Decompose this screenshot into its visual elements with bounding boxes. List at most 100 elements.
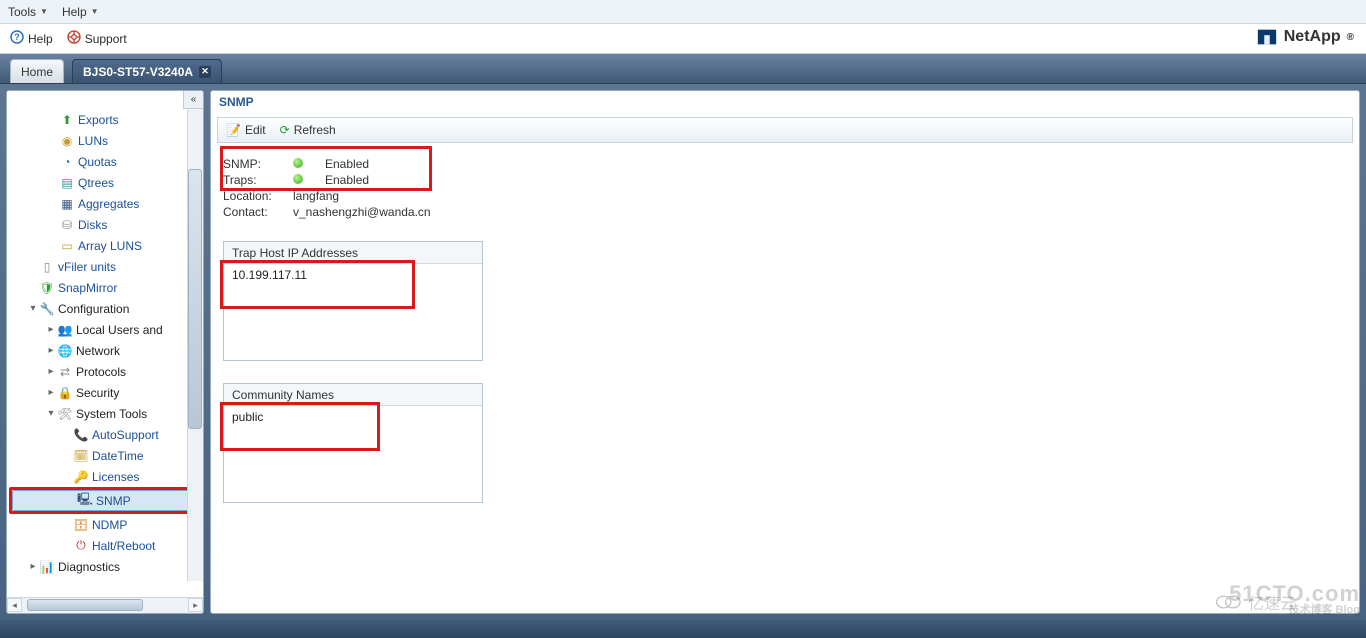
tree-security[interactable]: ▸🔒Security [9,382,201,403]
contact-label: Contact: [223,205,293,219]
calendar-icon: 🗓 [73,448,89,464]
diagnostics-icon: 📊 [39,559,55,575]
main-panel: SNMP 📝Edit ⟳Refresh SNMP: Enabled Traps:… [210,90,1360,614]
snmp-info: SNMP: Enabled Traps: Enabled Location: l… [223,157,483,219]
lock-icon: 🔒 [57,385,73,401]
expand-icon[interactable]: ▸ [45,387,57,398]
vfiler-icon: ▯ [39,259,55,275]
location-value: langfang [293,189,483,203]
phone-icon: 📞 [73,427,89,443]
tab-system[interactable]: BJS0-ST57-V3240A✕ [72,59,222,83]
tree-luns[interactable]: ◉LUNs [9,130,201,151]
snmp-value: Enabled [325,157,483,171]
array-lun-icon: ▭ [59,238,75,254]
aggregate-icon: ▦ [59,196,75,212]
tree-ndmp[interactable]: 🗄NDMP [9,514,201,535]
community-title: Community Names [224,384,482,406]
status-ok-icon [293,173,325,187]
tree-snmp[interactable]: 🖳SNMP [12,490,198,511]
tree-diagnostics[interactable]: ▸📊Diagnostics [9,556,201,577]
refresh-button[interactable]: ⟳Refresh [280,123,336,137]
tree-quotas[interactable]: ◔Quotas [9,151,201,172]
help-icon: ? [10,30,24,47]
expand-icon[interactable]: ▸ [27,561,39,572]
menu-tools[interactable]: Tools▼ [8,5,48,19]
expand-icon[interactable]: ▸ [45,366,57,377]
tree-haltreboot[interactable]: ⏻Halt/Reboot [9,535,201,556]
edit-button[interactable]: 📝Edit [226,123,266,137]
caret-down-icon: ▼ [91,7,99,16]
traps-label: Traps: [223,173,293,187]
lun-icon: ◉ [59,133,75,149]
help-link[interactable]: ? Help [10,30,53,47]
menu-help[interactable]: Help▼ [62,5,99,19]
sidebar-vscrollbar[interactable] [187,109,203,581]
svg-text:?: ? [14,32,20,42]
toolbar: 📝Edit ⟳Refresh [217,117,1353,143]
brand-logo: NetApp® [1256,26,1354,48]
tree-arrayluns[interactable]: ▭Array LUNS [9,235,201,256]
tree-configuration[interactable]: ▾🔧Configuration [9,298,201,319]
snmp-icon: 🖳 [77,493,93,509]
tree-aggregates[interactable]: ▦Aggregates [9,193,201,214]
tools-icon: 🛠 [57,406,73,422]
tree-vfiler[interactable]: ▯vFiler units [9,256,201,277]
refresh-icon: ⟳ [280,123,290,137]
export-icon: ⬆ [59,112,75,128]
scroll-left-icon[interactable]: ◂ [7,598,22,612]
tree-snapmirror[interactable]: 🛡SnapMirror [9,277,201,298]
tab-home[interactable]: Home [10,59,64,83]
tree-qtrees[interactable]: ▤Qtrees [9,172,201,193]
expand-icon[interactable]: ▸ [45,324,57,335]
snmp-label: SNMP: [223,157,293,171]
sidebar-hscroll-thumb[interactable] [27,599,143,611]
edit-icon: 📝 [226,123,241,137]
tree-network[interactable]: ▸🌐Network [9,340,201,361]
helpbar: ? Help Support NetApp® [0,24,1366,54]
expand-icon[interactable]: ▸ [45,345,57,356]
close-icon[interactable]: ✕ [199,66,211,78]
quota-icon: ◔ [59,154,75,170]
expand-icon[interactable]: ▾ [27,303,39,314]
status-ok-icon [293,157,325,171]
tree-autosupport[interactable]: 📞AutoSupport [9,424,201,445]
footer-bar [0,620,1366,638]
content: SNMP: Enabled Traps: Enabled Location: l… [211,143,1359,517]
nav-tree: ⬆Exports ◉LUNs ◔Quotas ▤Qtrees ▦Aggregat… [7,109,203,579]
snapmirror-icon: 🛡 [39,280,55,296]
location-label: Location: [223,189,293,203]
community-item[interactable]: public [224,406,482,428]
traphost-item[interactable]: 10.199.117.11 [224,264,482,286]
lifebuoy-icon [67,30,81,47]
tree-exports[interactable]: ⬆Exports [9,109,201,130]
tree-local-users[interactable]: ▸👥Local Users and [9,319,201,340]
sidebar-hscrollbar[interactable]: ◂ ▸ [7,597,203,613]
sidebar-vscroll-thumb[interactable] [188,169,202,429]
support-link[interactable]: Support [67,30,127,47]
traps-value: Enabled [325,173,483,187]
users-icon: 👥 [57,322,73,338]
tree-protocols[interactable]: ▸⇄Protocols [9,361,201,382]
sidebar: « ⬆Exports ◉LUNs ◔Quotas ▤Qtrees ▦Aggreg… [6,90,204,614]
contact-value: v_nashengzhi@wanda.cn [293,205,483,219]
tree-datetime[interactable]: 🗓DateTime [9,445,201,466]
power-icon: ⏻ [73,538,89,554]
qtree-icon: ▤ [59,175,75,191]
menubar: Tools▼ Help▼ [0,0,1366,24]
expand-icon[interactable]: ▾ [45,408,57,419]
tabbar: Home BJS0-ST57-V3240A✕ [0,54,1366,84]
tree-system-tools[interactable]: ▾🛠System Tools [9,403,201,424]
workspace: « ⬆Exports ◉LUNs ◔Quotas ▤Qtrees ▦Aggreg… [0,84,1366,620]
scroll-right-icon[interactable]: ▸ [188,598,203,612]
tree-licenses[interactable]: 🔑Licenses [9,466,201,487]
tree-disks[interactable]: ⛁Disks [9,214,201,235]
protocol-icon: ⇄ [57,364,73,380]
disk-icon: ⛁ [59,217,75,233]
page-title: SNMP [211,91,1359,113]
key-icon: 🔑 [73,469,89,485]
netapp-icon [1256,26,1278,48]
ndmp-icon: 🗄 [73,517,89,533]
globe-icon: 🌐 [57,343,73,359]
traphost-title: Trap Host IP Addresses [224,242,482,264]
traphost-panel: Trap Host IP Addresses 10.199.117.11 [223,241,483,361]
